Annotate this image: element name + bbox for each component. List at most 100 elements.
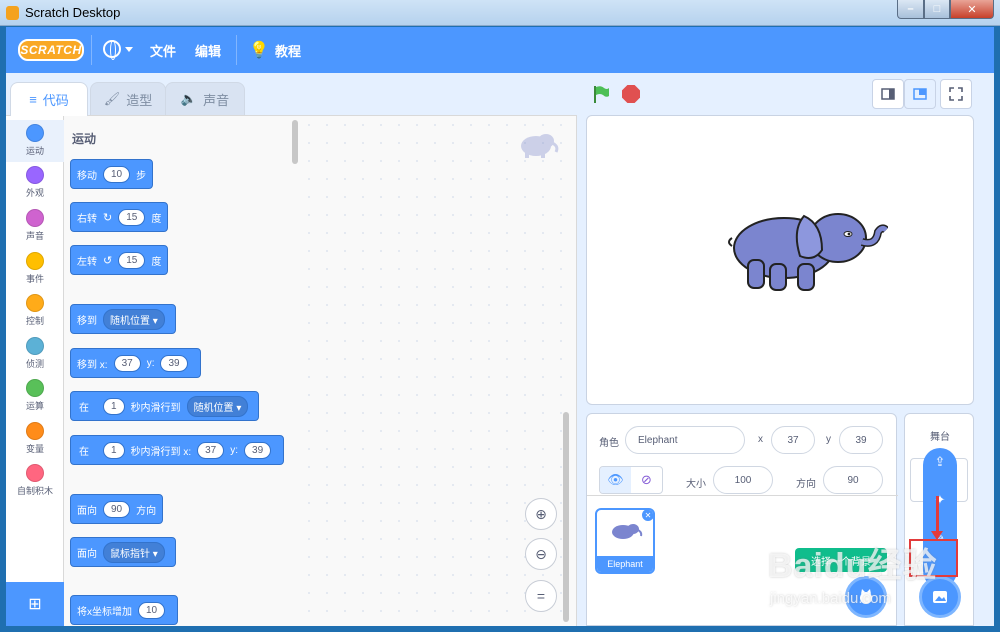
sprite-y-input[interactable]: 39 <box>839 426 883 454</box>
steps-input[interactable]: 10 <box>103 165 131 183</box>
degrees-input[interactable]: 15 <box>118 251 146 269</box>
x-label: x <box>758 434 763 445</box>
block-turn-left[interactable]: 左转 ↺ 15 度 <box>70 245 169 275</box>
language-globe-icon[interactable] <box>103 40 121 60</box>
minimize-button[interactable]: – <box>897 0 924 19</box>
block-goto-xy[interactable]: 移到 x: 37 y: 39 <box>70 348 201 378</box>
small-stage-button[interactable] <box>872 79 904 109</box>
watermark-url: jingyan.baidu.com <box>770 590 891 607</box>
tab-costumes[interactable]: 🖌 造型 <box>90 82 166 115</box>
tab-code-label: 代码 <box>42 93 69 108</box>
category-menu: 运动 外观 声音 事件 控制 侦测 运算 变量 自制积木 ⊞ <box>6 115 64 626</box>
sprite-name-label: 角色 <box>599 438 619 449</box>
block-palette: 运动 移动 10 步 右转 ↻ 15 度 左转 ↺ 15 度 移到 随机位置 ▾ 移到 x: 37 y… <box>64 115 300 626</box>
category-sound[interactable]: 声音 <box>6 209 64 242</box>
palette-scrollbar[interactable] <box>292 120 298 164</box>
change-x-input[interactable]: 10 <box>138 601 166 619</box>
sprite-thumb-name: Elephant <box>597 556 653 572</box>
sprite-size-input[interactable]: 100 <box>713 466 773 494</box>
add-extension-button[interactable]: ⊞ <box>6 582 64 626</box>
menu-file[interactable]: 文件 <box>150 41 176 60</box>
menu-bar: SCRATCH 文件 编辑 💡 教程 <box>6 27 994 73</box>
block-move-steps[interactable]: 移动 10 步 <box>70 159 154 189</box>
degrees-input[interactable]: 15 <box>118 208 146 226</box>
upload-icon[interactable]: ⇪ <box>935 454 946 470</box>
glide-target-dropdown[interactable]: 随机位置 ▾ <box>186 395 249 417</box>
normal-stage-icon <box>913 88 927 100</box>
y-input[interactable]: 39 <box>160 354 188 372</box>
sprite-thumbnail[interactable]: ✕ Elephant <box>595 508 655 574</box>
zoom-in-button[interactable]: ⊕ <box>525 498 557 530</box>
size-label: 大小 <box>686 479 706 490</box>
watermark-brand: Baidu经验 <box>768 547 938 585</box>
annotation-arrow <box>931 496 943 540</box>
y-label: y <box>826 434 831 445</box>
fullscreen-icon <box>949 87 963 101</box>
close-button[interactable]: ✕ <box>950 0 994 19</box>
tab-sounds[interactable]: 🔈 声音 <box>165 82 245 115</box>
category-sensing[interactable]: 侦测 <box>6 337 64 370</box>
fullscreen-button[interactable] <box>940 79 972 109</box>
seconds-input[interactable]: 1 <box>103 397 125 415</box>
scratch-logo[interactable]: SCRATCH <box>18 39 84 61</box>
script-area[interactable]: ⊕ ⊖ = <box>300 115 577 626</box>
maximize-button[interactable]: □ <box>924 0 950 19</box>
picture-icon <box>933 591 947 603</box>
green-flag-icon[interactable] <box>592 85 610 103</box>
sprite-name-input[interactable]: Elephant <box>625 426 745 454</box>
show-eye-icon[interactable]: 👁 <box>600 467 631 493</box>
elephant-thumb-icon <box>612 524 643 539</box>
sprite-x-input[interactable]: 37 <box>771 426 815 454</box>
stage-canvas[interactable] <box>586 115 974 405</box>
category-control[interactable]: 控制 <box>6 294 64 327</box>
category-operators[interactable]: 运算 <box>6 379 64 412</box>
window-titlebar: Scratch Desktop – □ ✕ <box>0 0 1000 26</box>
menu-edit[interactable]: 编辑 <box>195 41 221 60</box>
normal-stage-button[interactable] <box>904 79 936 109</box>
sprite-direction-input[interactable]: 90 <box>823 466 883 494</box>
menu-divider <box>236 35 237 65</box>
y-input[interactable]: 39 <box>244 441 272 459</box>
zoom-reset-button[interactable]: = <box>525 580 557 612</box>
block-point-direction[interactable]: 面向 90 方向 <box>70 494 164 524</box>
brush-icon: 🖌 <box>103 91 121 106</box>
lightbulb-icon[interactable]: 💡 <box>249 40 269 60</box>
block-change-x[interactable]: 将x坐标增加 10 <box>70 595 179 625</box>
script-scrollbar[interactable] <box>563 412 569 622</box>
sprite-properties: 角色 Elephant x 37 y 39 👁 ⊘ 大小 100 方向 90 <box>587 414 898 496</box>
zoom-out-button[interactable]: ⊖ <box>525 538 557 570</box>
sprite-ghost-icon <box>521 134 559 158</box>
chevron-down-icon[interactable] <box>125 47 133 52</box>
stage-selector[interactable]: 舞台 ⇪ ✦ ✎ <box>904 413 974 626</box>
category-events[interactable]: 事件 <box>6 252 64 285</box>
block-turn-right[interactable]: 右转 ↻ 15 度 <box>70 202 169 232</box>
category-motion[interactable]: 运动 <box>6 120 64 162</box>
block-point-towards[interactable]: 面向 鼠标指针 ▾ <box>70 537 176 567</box>
direction-input[interactable]: 90 <box>103 500 131 518</box>
block-glide-xy[interactable]: 在 1 秒内滑行到 x: 37 y: 39 <box>70 435 285 465</box>
category-my-blocks[interactable]: 自制积木 <box>6 464 64 497</box>
tab-code[interactable]: ≡ 代码 <box>10 82 88 116</box>
speaker-icon: 🔈 <box>180 91 198 106</box>
menu-tutorials[interactable]: 教程 <box>275 41 301 60</box>
window-title: Scratch Desktop <box>25 5 121 20</box>
block-goto[interactable]: 移到 随机位置 ▾ <box>70 304 176 334</box>
category-variables[interactable]: 变量 <box>6 422 64 455</box>
hide-eye-icon[interactable]: ⊘ <box>631 467 662 493</box>
rotate-left-icon: ↺ <box>103 254 113 267</box>
goto-target-dropdown[interactable]: 随机位置 ▾ <box>103 308 165 330</box>
small-stage-icon <box>881 88 895 100</box>
tab-costumes-label: 造型 <box>126 92 153 108</box>
x-input[interactable]: 37 <box>197 441 225 459</box>
x-input[interactable]: 37 <box>113 354 141 372</box>
delete-sprite-icon[interactable]: ✕ <box>641 510 653 522</box>
stage-label: 舞台 <box>930 432 950 443</box>
category-looks[interactable]: 外观 <box>6 166 64 199</box>
towards-dropdown[interactable]: 鼠标指针 ▾ <box>103 541 165 563</box>
stop-button[interactable] <box>622 85 640 103</box>
seconds-input[interactable]: 1 <box>103 441 125 459</box>
code-icon: ≡ <box>29 92 37 107</box>
elephant-sprite[interactable] <box>726 202 888 294</box>
tab-sounds-label: 声音 <box>203 92 230 108</box>
block-glide[interactable]: 在 1 秒内滑行到 随机位置 ▾ <box>70 391 260 421</box>
